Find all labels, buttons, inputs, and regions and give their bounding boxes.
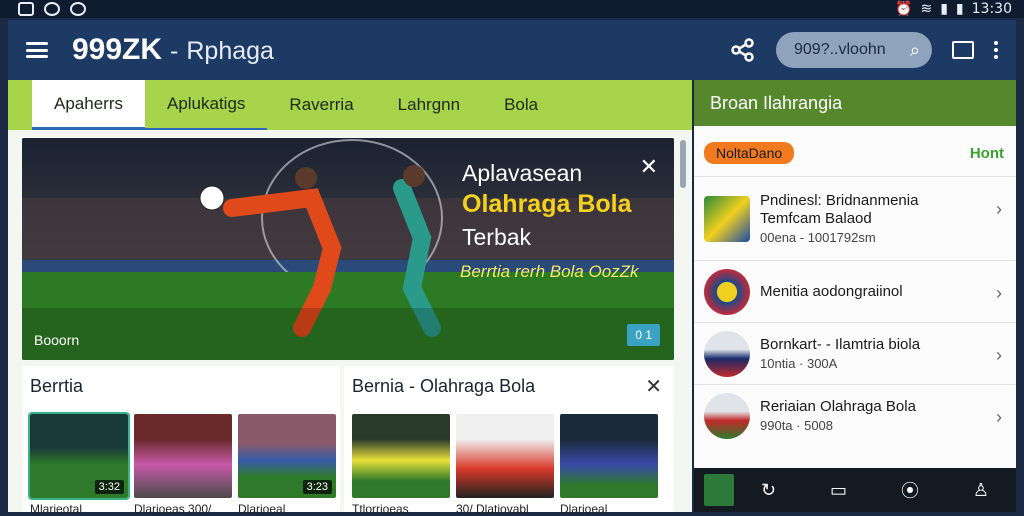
record-icon[interactable]: ⦿ [901,477,919,503]
refresh-icon[interactable]: ↻ [761,480,776,501]
duration-label: 3:23 [302,480,332,494]
thumbnail-caption: Dlarioeal [560,502,608,516]
club-logo-icon [704,268,750,315]
chevron-right-icon: › [996,345,1002,365]
thumbnail-caption: Dlarioeas 300/ [134,502,212,516]
profile-icon[interactable]: ♙ [973,480,989,501]
video-thumbnail[interactable] [134,414,232,498]
menu-icon[interactable] [26,42,48,58]
signal-icon: ▮ [940,1,948,17]
video-thumbnail[interactable]: 3:32 [28,412,130,500]
bottom-nav: ↻ ▭ ⦿ ♙ [694,468,1016,512]
gallery-icon [18,2,34,16]
video-thumbnail[interactable]: 3:23 [238,414,336,498]
side-panel: Broan Ilahrangia NoltaDano Hont Pndinesl… [694,80,1016,512]
item-title: Reriaian Olahraga Bola [760,398,916,415]
battery-icon: ▮ [955,1,964,17]
thumbnail-caption: Mlarieotal [30,502,83,516]
club-crest-icon [704,195,750,242]
item-meta: 10ntia · 300A [760,356,838,371]
alarm-icon: ⏰ [895,1,913,17]
search-text: 909?..vloohn [794,41,886,58]
search-field[interactable]: 909?..vloohn ⌕ [776,32,932,68]
thumbnail-caption: 30/ Dlatiovabl [456,502,529,516]
hero-badge[interactable]: 0 1 [627,324,660,346]
section-berrtia: Berrtia 3:32 3:23 Mlarieotal Dlarioeas 3… [22,366,340,516]
item-meta: 00ena - 1001792sm [760,230,876,245]
wifi-icon: ≋ [920,1,933,17]
section-title: Berrtia [30,376,84,396]
category-pill[interactable]: NoltaDano [704,142,795,164]
item-title: Menitia aodongraiinol [760,282,903,300]
chevron-right-icon: › [996,283,1002,303]
compass-icon [70,2,86,16]
app-subtitle: Rphaga [186,37,274,65]
brand-name: 999ZK [72,33,163,66]
more-link[interactable]: Hont [970,145,1004,162]
messenger-icon [44,2,60,16]
chevron-right-icon: › [996,407,1002,427]
news-list: Pndinesl: Bridnanmenia Temfcam Balaod 00… [694,176,1016,446]
tab-bola[interactable]: Bola [482,80,560,130]
share-icon[interactable] [730,37,756,63]
chevron-right-icon: › [996,199,1002,219]
list-item[interactable]: Reriaian Olahraga Bola 990ta · 5008 › [694,384,1016,446]
close-icon[interactable]: ✕ [640,154,658,180]
item-title: Pndinesl: Bridnanmenia [760,192,919,209]
scrollbar[interactable] [680,140,686,188]
video-thumbnail[interactable] [560,414,658,498]
tab-apaherrs[interactable]: Apaherrs [32,80,145,130]
list-item[interactable]: Pndinesl: Bridnanmenia Temfcam Balaod 00… [694,176,1016,260]
hero-title-line3: Terbak [462,224,532,250]
tab-bar: Apaherrs Aplukatigs Raverria Lahrgnn Bol… [8,80,692,130]
hero-tag: Booorn [34,332,80,348]
list-item[interactable]: Menitia aodongraiinol › [694,260,1016,322]
item-title-line2: Temfcam Balaod [760,210,872,227]
inbox-icon[interactable] [952,41,974,59]
thumbnail-caption: Ttlorrioeas [352,502,409,516]
tab-lahrgnn[interactable]: Lahrgnn [376,80,482,130]
tab-raverria[interactable]: Raverria [267,80,375,130]
search-icon[interactable]: ⌕ [910,40,920,61]
hero-title-line2: Olahraga Bola [462,190,632,218]
duration-label: 3:32 [94,480,124,494]
hero-title-line1: Aplavasean [462,160,583,186]
app-title: 999ZK - Rphaga [72,33,274,67]
video-thumbnail[interactable] [456,414,554,498]
item-title: Bornkart- - Ilamtria biola [760,336,921,353]
status-time: 13:30 [971,1,1012,17]
section-title: Bernia - Olahraga Bola [352,376,536,396]
more-options-icon[interactable] [994,41,998,59]
close-icon[interactable]: ✕ [645,374,662,399]
thumbnail-caption: Dlarioeal [238,502,286,516]
avatar [704,392,750,439]
hero-subtitle: Berrtia rerh Bola OozZk [460,262,639,281]
main-panel: Apaherrs Aplukatigs Raverria Lahrgnn Bol… [8,80,692,516]
app-bar: 999ZK - Rphaga 909?..vloohn ⌕ [8,20,1016,80]
app-thumbnail[interactable] [704,474,734,506]
avatar [704,330,750,377]
video-thumbnail[interactable] [352,414,450,498]
list-item[interactable]: Bornkart- - Ilamtria biola 10ntia · 300A… [694,322,1016,384]
status-bar: ⏰ ≋ ▮ ▮ 13:30 [0,0,1024,18]
section-bernia: Bernia - Olahraga Bola ✕ Ttlorrioeas 30/… [344,366,674,516]
hero-banner[interactable]: Aplavasean Olahraga Bola Terbak Berrtia … [22,138,674,360]
tab-aplukatigs[interactable]: Aplukatigs [144,80,268,130]
title-separator: - [170,37,179,65]
side-panel-title: Broan Ilahrangia [694,80,1016,126]
item-meta: 990ta · 5008 [760,418,834,433]
tabs-icon[interactable]: ▭ [830,480,847,501]
